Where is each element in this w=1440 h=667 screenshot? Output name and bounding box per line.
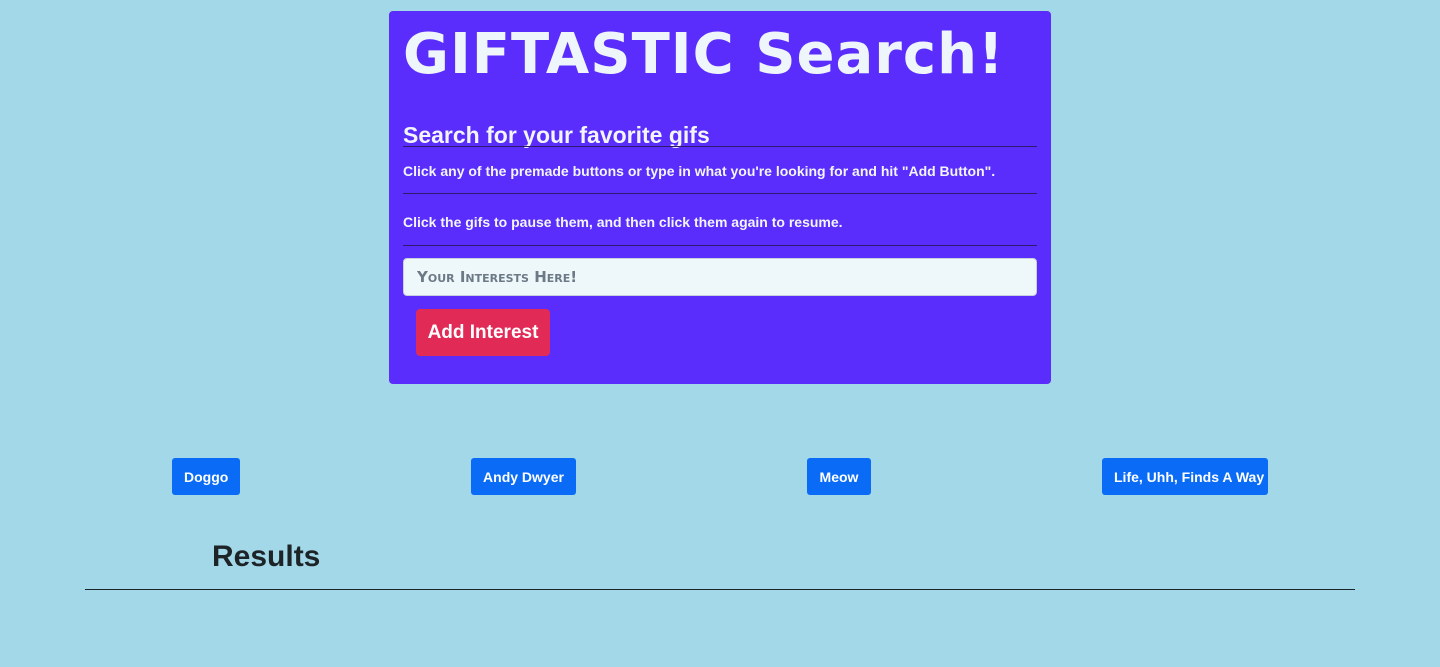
results-container	[85, 591, 1355, 661]
divider	[403, 146, 1037, 147]
topic-button-life-finds-a-way[interactable]: Life, Uhh, Finds A Way	[1102, 458, 1268, 495]
divider	[403, 193, 1037, 194]
search-panel: GIFTASTIC Search! Search for your favori…	[389, 11, 1051, 384]
results-heading: Results	[212, 540, 321, 573]
add-interest-button[interactable]: Add Interest	[416, 309, 550, 356]
page-title: GIFTASTIC Search!	[403, 22, 1005, 87]
topic-button-andy-dwyer[interactable]: Andy Dwyer	[471, 458, 576, 495]
results-divider	[85, 589, 1355, 590]
topic-button-meow[interactable]: Meow	[807, 458, 871, 495]
topic-button-doggo[interactable]: Doggo	[172, 458, 240, 495]
instruction-pause: Click the gifs to pause them, and then c…	[403, 214, 843, 230]
instruction-add: Click any of the premade buttons or type…	[403, 163, 996, 179]
divider	[403, 245, 1037, 246]
interest-input[interactable]	[403, 258, 1037, 296]
